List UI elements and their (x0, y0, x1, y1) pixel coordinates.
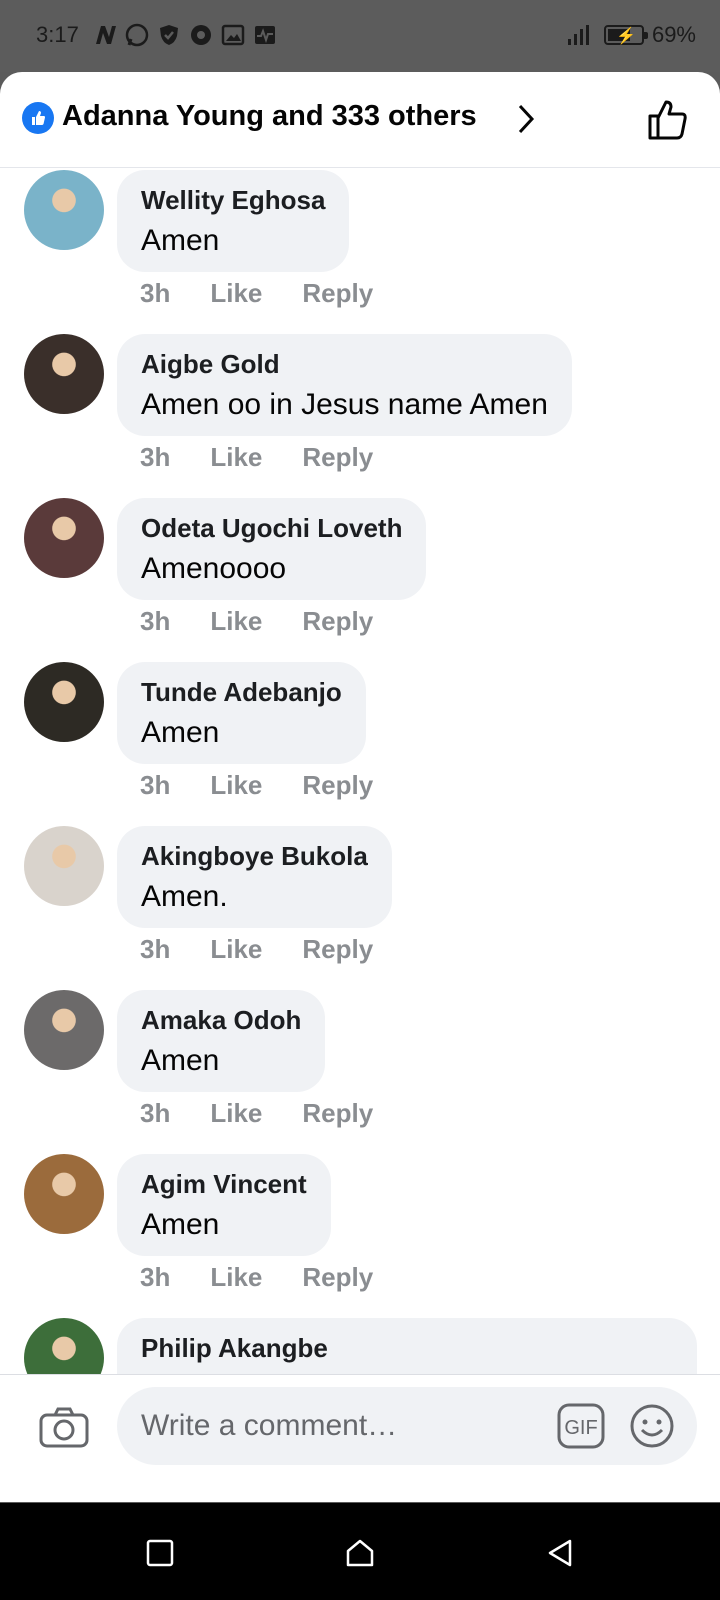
signal-icon (567, 25, 589, 45)
shield-icon (160, 25, 178, 45)
comment-reply-button[interactable]: Reply (302, 606, 373, 637)
comment-time: 3h (140, 278, 171, 308)
comment-like-button[interactable]: Like (210, 278, 262, 309)
status-bar: 3:17 ⚡ 69% (0, 0, 720, 72)
commenter-name[interactable]: Agim Vincent (141, 1168, 307, 1200)
gif-label: GIF (564, 1417, 597, 1439)
comment-like-button[interactable]: Like (210, 934, 262, 965)
comment-reply-button[interactable]: Reply (302, 934, 373, 965)
home-icon[interactable] (344, 1537, 376, 1569)
comment-input-box[interactable]: GIF (117, 1387, 697, 1465)
comment-text: Amen. (141, 880, 228, 913)
back-icon[interactable] (544, 1537, 576, 1569)
charging-bolt-icon: ⚡ (615, 28, 636, 45)
comment-time: 3h (140, 934, 171, 964)
comment-item: Philip AkangbeThis is a bit confusing, h… (0, 1318, 720, 1374)
activity-icon (255, 26, 275, 44)
comment-text: Amen (141, 716, 220, 749)
comment-reply-button[interactable]: Reply (302, 1098, 373, 1129)
camera-icon[interactable] (38, 1405, 90, 1449)
commenter-name[interactable]: Akingboye Bukola (141, 840, 368, 872)
commenter-name[interactable]: Wellity Eghosa (141, 184, 325, 216)
reactions-header[interactable]: Adanna Young and 333 others (0, 72, 720, 168)
reactors-summary[interactable]: Adanna Young and 333 others (62, 100, 477, 133)
n-app-icon (96, 26, 116, 44)
comment-text: Amen (141, 1044, 220, 1077)
avatar[interactable] (24, 662, 104, 742)
commenter-name[interactable]: Amaka Odoh (141, 1004, 301, 1036)
comment-actions: 3h Like Reply (140, 442, 413, 473)
like-button-icon[interactable] (644, 96, 692, 144)
commenter-name[interactable]: Aigbe Gold (141, 348, 548, 380)
avatar[interactable] (24, 334, 104, 414)
comment-actions: 3h Like Reply (140, 1262, 413, 1293)
comment-actions: 3h Like Reply (140, 770, 413, 801)
battery-percent: 69% (651, 22, 696, 47)
emoji-icon[interactable] (629, 1403, 675, 1449)
comment-reply-button[interactable]: Reply (302, 1262, 373, 1293)
comment-text: Amen oo in Jesus name Amen (141, 388, 548, 421)
whatsapp-icon (125, 23, 149, 47)
comment-actions: 3h Like Reply (140, 1098, 413, 1129)
comment-bubble[interactable]: Wellity Eghosa Amen (117, 170, 350, 272)
comment-bubble[interactable]: Aigbe Gold Amen oo in Jesus name Amen (117, 334, 572, 436)
comment-item: Tunde Adebanjo Amen 3h Like Reply (0, 662, 720, 826)
comment-like-button[interactable]: Like (210, 770, 262, 801)
comment-item: Aigbe Gold Amen oo in Jesus name Amen 3h Li… (0, 334, 720, 498)
chrome-icon (191, 25, 211, 45)
chevron-right-icon[interactable] (514, 102, 538, 136)
avatar[interactable] (24, 498, 104, 578)
commenter-name[interactable]: Philip Akangbe (141, 1332, 673, 1364)
comment-item: Wellity Eghosa Amen 3h Like Reply (0, 170, 720, 334)
comment-like-button[interactable]: Like (210, 1098, 262, 1129)
comment-bubble[interactable]: Tunde Adebanjo Amen (117, 662, 366, 764)
commenter-name[interactable]: Tunde Adebanjo (141, 676, 342, 708)
avatar[interactable] (24, 170, 104, 250)
comment-reply-button[interactable]: Reply (302, 278, 373, 309)
comment-like-button[interactable]: Like (210, 606, 262, 637)
comment-item: Amaka Odoh Amen 3h Like Reply (0, 990, 720, 1154)
comment-item: Agim Vincent Amen 3h Like Reply (0, 1154, 720, 1318)
comment-text: Amenoooo (141, 552, 287, 585)
comment-time: 3h (140, 1262, 171, 1292)
comment-composer: GIF (0, 1374, 720, 1476)
recents-icon[interactable] (144, 1537, 176, 1569)
comment-actions: 3h Like Reply (140, 934, 413, 965)
comment-reply-button[interactable]: Reply (302, 770, 373, 801)
status-time: 3:17 (36, 22, 79, 47)
avatar[interactable] (24, 826, 104, 906)
avatar[interactable] (24, 1318, 104, 1374)
comment-bubble[interactable]: Odeta Ugochi Loveth Amenoooo (117, 498, 427, 600)
gif-icon[interactable]: GIF (557, 1403, 605, 1449)
avatar[interactable] (24, 990, 104, 1070)
comment-bubble[interactable]: Agim Vincent Amen (117, 1154, 331, 1256)
comment-text: Amen (141, 224, 220, 257)
notification-icons (92, 22, 278, 48)
gallery-icon (221, 24, 245, 46)
comment-item: Akingboye Bukola Amen. 3h Like Reply (0, 826, 720, 990)
comment-time: 3h (140, 770, 171, 800)
comment-text: Amen (141, 1208, 220, 1241)
comment-actions: 3h Like Reply (140, 606, 413, 637)
comment-time: 3h (140, 1098, 171, 1128)
comment-input[interactable] (141, 1387, 541, 1465)
comment-like-button[interactable]: Like (210, 1262, 262, 1293)
comments-sheet: Adanna Young and 333 others Wellity Egho… (0, 72, 720, 1502)
comment-time: 3h (140, 442, 171, 472)
comments-list: Wellity Eghosa Amen 3h Like Reply Aigbe Gold A… (0, 168, 720, 1374)
comment-like-button[interactable]: Like (210, 442, 262, 473)
comment-reply-button[interactable]: Reply (302, 442, 373, 473)
status-right: ⚡ 69% (566, 22, 696, 48)
commenter-name[interactable]: Odeta Ugochi Loveth (141, 512, 402, 544)
comment-bubble[interactable]: Amaka Odoh Amen (117, 990, 326, 1092)
comment-time: 3h (140, 606, 171, 636)
comment-bubble[interactable]: Philip AkangbeThis is a bit confusing, h… (117, 1318, 697, 1374)
comment-bubble[interactable]: Akingboye Bukola Amen. (117, 826, 392, 928)
avatar[interactable] (24, 1154, 104, 1234)
battery-icon: ⚡ (603, 25, 648, 45)
like-reaction-icon (22, 102, 54, 134)
system-nav-bar (0, 1503, 720, 1600)
comment-actions: 3h Like Reply (140, 278, 413, 309)
comment-item: Odeta Ugochi Loveth Amenoooo 3h Like Reply (0, 498, 720, 662)
